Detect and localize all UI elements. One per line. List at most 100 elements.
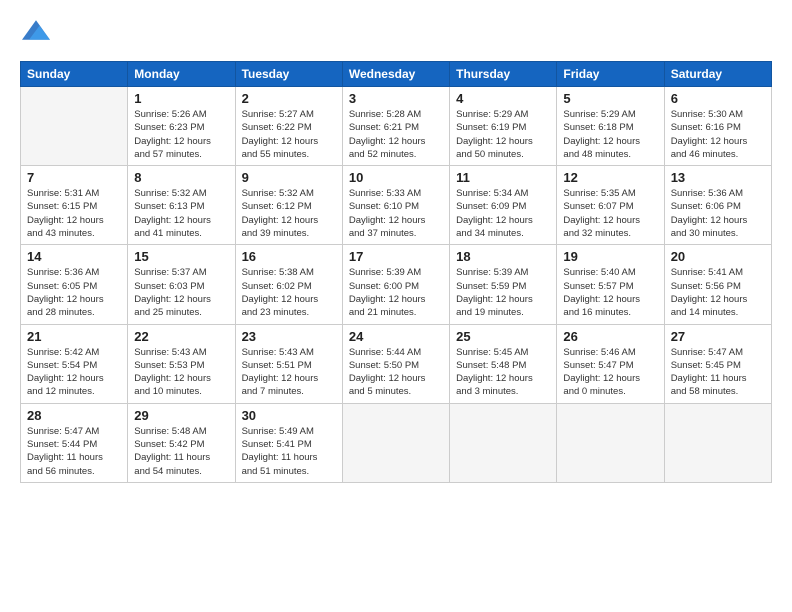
day-number: 15 <box>134 249 228 264</box>
day-cell: 3 Sunrise: 5:28 AMSunset: 6:21 PMDaylight… <box>342 87 449 166</box>
day-info: Sunrise: 5:32 AMSunset: 6:12 PMDaylight:… <box>242 187 336 240</box>
day-info: Sunrise: 5:26 AMSunset: 6:23 PMDaylight:… <box>134 108 228 161</box>
day-number: 11 <box>456 170 550 185</box>
day-info: Sunrise: 5:36 AMSunset: 6:06 PMDaylight:… <box>671 187 765 240</box>
day-cell: 19 Sunrise: 5:40 AMSunset: 5:57 PMDayligh… <box>557 245 664 324</box>
day-info: Sunrise: 5:38 AMSunset: 6:02 PMDaylight:… <box>242 266 336 319</box>
weekday-header-monday: Monday <box>128 62 235 87</box>
day-info: Sunrise: 5:42 AMSunset: 5:54 PMDaylight:… <box>27 346 121 399</box>
day-cell: 4 Sunrise: 5:29 AMSunset: 6:19 PMDaylight… <box>450 87 557 166</box>
day-cell: 10 Sunrise: 5:33 AMSunset: 6:10 PMDayligh… <box>342 166 449 245</box>
logo-icon <box>22 16 50 44</box>
day-number: 21 <box>27 329 121 344</box>
weekday-header-sunday: Sunday <box>21 62 128 87</box>
day-cell <box>664 403 771 482</box>
weekday-header-saturday: Saturday <box>664 62 771 87</box>
day-number: 28 <box>27 408 121 423</box>
day-info: Sunrise: 5:40 AMSunset: 5:57 PMDaylight:… <box>563 266 657 319</box>
weekday-header-thursday: Thursday <box>450 62 557 87</box>
day-cell: 13 Sunrise: 5:36 AMSunset: 6:06 PMDayligh… <box>664 166 771 245</box>
day-info: Sunrise: 5:47 AMSunset: 5:44 PMDaylight:… <box>27 425 121 478</box>
day-number: 24 <box>349 329 443 344</box>
day-number: 5 <box>563 91 657 106</box>
day-info: Sunrise: 5:43 AMSunset: 5:51 PMDaylight:… <box>242 346 336 399</box>
day-cell: 17Sunrise: 5:39 AMSunset: 6:00 PMDayligh… <box>342 245 449 324</box>
day-cell: 30 Sunrise: 5:49 AMSunset: 5:41 PMDayligh… <box>235 403 342 482</box>
day-info: Sunrise: 5:31 AMSunset: 6:15 PMDaylight:… <box>27 187 121 240</box>
day-number: 9 <box>242 170 336 185</box>
day-number: 8 <box>134 170 228 185</box>
day-cell: 28 Sunrise: 5:47 AMSunset: 5:44 PMDayligh… <box>21 403 128 482</box>
day-number: 7 <box>27 170 121 185</box>
day-number: 29 <box>134 408 228 423</box>
week-row-1: 1 Sunrise: 5:26 AMSunset: 6:23 PMDaylight… <box>21 87 772 166</box>
day-cell: 15 Sunrise: 5:37 AMSunset: 6:03 PMDayligh… <box>128 245 235 324</box>
day-number: 23 <box>242 329 336 344</box>
day-info: Sunrise: 5:30 AMSunset: 6:16 PMDaylight:… <box>671 108 765 161</box>
day-number: 4 <box>456 91 550 106</box>
day-info: Sunrise: 5:34 AMSunset: 6:09 PMDaylight:… <box>456 187 550 240</box>
week-row-3: 14Sunrise: 5:36 AMSunset: 6:05 PMDayligh… <box>21 245 772 324</box>
day-number: 3 <box>349 91 443 106</box>
day-info: Sunrise: 5:37 AMSunset: 6:03 PMDaylight:… <box>134 266 228 319</box>
day-cell: 8 Sunrise: 5:32 AMSunset: 6:13 PMDaylight… <box>128 166 235 245</box>
day-cell: 24 Sunrise: 5:44 AMSunset: 5:50 PMDayligh… <box>342 324 449 403</box>
weekday-header-tuesday: Tuesday <box>235 62 342 87</box>
day-cell: 2 Sunrise: 5:27 AMSunset: 6:22 PMDaylight… <box>235 87 342 166</box>
logo <box>20 16 50 49</box>
day-cell: 22 Sunrise: 5:43 AMSunset: 5:53 PMDayligh… <box>128 324 235 403</box>
day-info: Sunrise: 5:41 AMSunset: 5:56 PMDaylight:… <box>671 266 765 319</box>
day-number: 6 <box>671 91 765 106</box>
day-info: Sunrise: 5:29 AMSunset: 6:19 PMDaylight:… <box>456 108 550 161</box>
day-number: 16 <box>242 249 336 264</box>
day-info: Sunrise: 5:32 AMSunset: 6:13 PMDaylight:… <box>134 187 228 240</box>
day-cell: 16 Sunrise: 5:38 AMSunset: 6:02 PMDayligh… <box>235 245 342 324</box>
day-number: 13 <box>671 170 765 185</box>
day-number: 17 <box>349 249 443 264</box>
day-info: Sunrise: 5:28 AMSunset: 6:21 PMDaylight:… <box>349 108 443 161</box>
day-number: 22 <box>134 329 228 344</box>
calendar-page: SundayMondayTuesdayWednesdayThursdayFrid… <box>0 0 792 612</box>
day-cell <box>557 403 664 482</box>
day-number: 14 <box>27 249 121 264</box>
day-info: Sunrise: 5:27 AMSunset: 6:22 PMDaylight:… <box>242 108 336 161</box>
day-cell: 9 Sunrise: 5:32 AMSunset: 6:12 PMDaylight… <box>235 166 342 245</box>
day-cell: 20 Sunrise: 5:41 AMSunset: 5:56 PMDayligh… <box>664 245 771 324</box>
day-cell: 14Sunrise: 5:36 AMSunset: 6:05 PMDayligh… <box>21 245 128 324</box>
day-number: 20 <box>671 249 765 264</box>
day-cell: 12Sunrise: 5:35 AMSunset: 6:07 PMDayligh… <box>557 166 664 245</box>
day-number: 1 <box>134 91 228 106</box>
day-cell: 7 Sunrise: 5:31 AMSunset: 6:15 PMDaylight… <box>21 166 128 245</box>
day-cell: 18Sunrise: 5:39 AMSunset: 5:59 PMDayligh… <box>450 245 557 324</box>
calendar-table: SundayMondayTuesdayWednesdayThursdayFrid… <box>20 61 772 483</box>
week-row-2: 7 Sunrise: 5:31 AMSunset: 6:15 PMDaylight… <box>21 166 772 245</box>
day-cell <box>342 403 449 482</box>
day-info: Sunrise: 5:29 AMSunset: 6:18 PMDaylight:… <box>563 108 657 161</box>
day-info: Sunrise: 5:48 AMSunset: 5:42 PMDaylight:… <box>134 425 228 478</box>
day-number: 30 <box>242 408 336 423</box>
day-cell: 29 Sunrise: 5:48 AMSunset: 5:42 PMDayligh… <box>128 403 235 482</box>
day-cell <box>21 87 128 166</box>
day-number: 18 <box>456 249 550 264</box>
day-number: 10 <box>349 170 443 185</box>
day-cell: 6 Sunrise: 5:30 AMSunset: 6:16 PMDaylight… <box>664 87 771 166</box>
day-info: Sunrise: 5:43 AMSunset: 5:53 PMDaylight:… <box>134 346 228 399</box>
day-number: 12 <box>563 170 657 185</box>
day-info: Sunrise: 5:46 AMSunset: 5:47 PMDaylight:… <box>563 346 657 399</box>
day-number: 2 <box>242 91 336 106</box>
day-cell: 11 Sunrise: 5:34 AMSunset: 6:09 PMDayligh… <box>450 166 557 245</box>
day-info: Sunrise: 5:49 AMSunset: 5:41 PMDaylight:… <box>242 425 336 478</box>
day-info: Sunrise: 5:44 AMSunset: 5:50 PMDaylight:… <box>349 346 443 399</box>
day-number: 25 <box>456 329 550 344</box>
day-number: 26 <box>563 329 657 344</box>
day-cell: 21 Sunrise: 5:42 AMSunset: 5:54 PMDayligh… <box>21 324 128 403</box>
week-row-4: 21 Sunrise: 5:42 AMSunset: 5:54 PMDayligh… <box>21 324 772 403</box>
day-info: Sunrise: 5:33 AMSunset: 6:10 PMDaylight:… <box>349 187 443 240</box>
day-cell: 5 Sunrise: 5:29 AMSunset: 6:18 PMDaylight… <box>557 87 664 166</box>
day-number: 19 <box>563 249 657 264</box>
day-cell: 26 Sunrise: 5:46 AMSunset: 5:47 PMDayligh… <box>557 324 664 403</box>
week-row-5: 28 Sunrise: 5:47 AMSunset: 5:44 PMDayligh… <box>21 403 772 482</box>
day-number: 27 <box>671 329 765 344</box>
day-cell: 27Sunrise: 5:47 AMSunset: 5:45 PMDayligh… <box>664 324 771 403</box>
header <box>20 16 772 49</box>
